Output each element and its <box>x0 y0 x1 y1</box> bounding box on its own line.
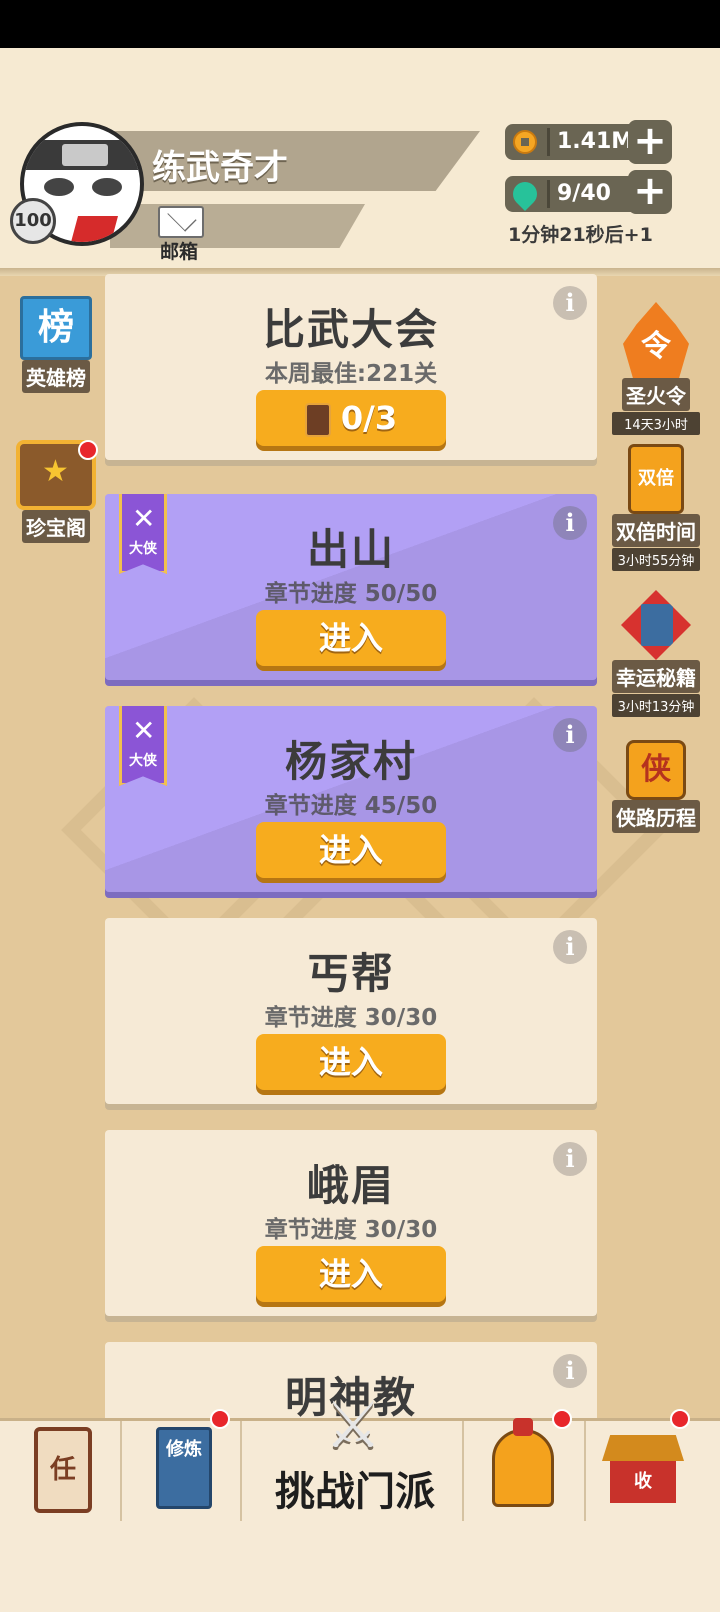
tournament-tickets-button[interactable]: 0/3 <box>256 390 446 446</box>
mail-label[interactable]: 邮箱 <box>160 237 198 264</box>
card-emei: i 峨眉 章节进度 30/30 进入 <box>105 1130 597 1316</box>
house-roof <box>602 1435 684 1461</box>
add-coins-button[interactable]: + <box>628 120 672 164</box>
sidebar-label: 侠路历程 <box>612 800 700 833</box>
tickets-count: 0/3 <box>340 399 398 437</box>
sidebar-countdown: 14天3小时 <box>612 412 700 435</box>
card-gaibang: i 丐帮 章节进度 30/30 进入 <box>105 918 597 1104</box>
nav-tab-collect[interactable]: 收 <box>584 1409 720 1521</box>
card-title: 出山 <box>306 525 395 574</box>
player-name: 练武奇才 <box>152 148 288 188</box>
sidebar-item-sacred-flame-token[interactable]: 令 圣火令 14天3小时 <box>612 302 700 435</box>
bottom-safe-area <box>0 1522 720 1612</box>
hero-road-icon: 侠 <box>626 740 686 800</box>
sidebar-item-lucky-manual[interactable]: 幸运秘籍 3小时13分钟 <box>612 590 700 717</box>
counter-separator <box>547 128 550 156</box>
mail-icon[interactable] <box>158 206 204 238</box>
card-subtitle: 本周最佳:221关 <box>264 361 438 387</box>
sidebar-label: 圣火令 <box>622 378 690 411</box>
notification-dot <box>78 440 98 460</box>
avatar-eye <box>92 178 122 196</box>
add-stamina-button[interactable]: + <box>628 170 672 214</box>
card-title: 丐帮 <box>306 949 395 998</box>
stamina-value: 9/40 <box>557 181 611 206</box>
sidebar-item-double-time[interactable]: 双倍 双倍时间 3小时55分钟 <box>612 444 700 571</box>
mail-bar <box>110 204 365 248</box>
card-chushan: 大侠 i 出山 章节进度 50/50 进入 <box>105 494 597 680</box>
sidebar-item-treasure-pavilion[interactable]: 珍宝阁 <box>12 440 100 543</box>
stamina-counter: 9/40 <box>505 176 645 212</box>
sidebar-label: 双倍时间 <box>612 514 700 547</box>
card-title: 比武大会 <box>262 305 439 354</box>
enter-button[interactable]: 进入 <box>256 610 446 666</box>
level-badge: 100 <box>10 198 56 244</box>
avatar-scarf <box>69 216 119 242</box>
coins-counter: 1.41M <box>505 124 645 160</box>
chapter-progress: 章节进度 30/30 <box>264 1217 438 1243</box>
sidebar-countdown: 3小时55分钟 <box>612 548 700 571</box>
card-yangjiacun: 大侠 i 杨家村 章节进度 45/50 进入 <box>105 706 597 892</box>
coins-value: 1.41M <box>557 129 634 154</box>
notification-dot <box>552 1409 572 1429</box>
stamina-timer: 1分钟21秒后+1 <box>508 224 653 246</box>
enter-button[interactable]: 进入 <box>256 822 446 878</box>
enter-button[interactable]: 进入 <box>256 1034 446 1090</box>
helmet-icon <box>492 1418 554 1507</box>
chapter-progress: 章节进度 50/50 <box>264 581 438 607</box>
nav-tab-equipment[interactable] <box>0 1409 584 1521</box>
flame-token-icon: 令 <box>623 302 689 378</box>
bottom-nav: 任 修炼 ⚔ 挑战门派 收 <box>0 1391 720 1522</box>
lucky-book-icon <box>621 590 691 660</box>
card-title: 杨家村 <box>284 737 417 786</box>
double-scroll-icon: 双倍 <box>628 444 684 514</box>
sidebar-label: 幸运秘籍 <box>612 660 700 693</box>
sidebar-item-hero-journey[interactable]: 侠 侠路历程 <box>612 740 700 833</box>
chapter-progress: 章节进度 45/50 <box>264 793 438 819</box>
card-title: 峨眉 <box>306 1161 395 1210</box>
rank-banner-icon: 榜 <box>20 296 92 360</box>
enter-button[interactable]: 进入 <box>256 1246 446 1302</box>
ticket-icon <box>304 403 331 437</box>
house-wall: 收 <box>610 1461 676 1503</box>
stamina-gem-icon <box>508 177 542 211</box>
status-bar <box>0 0 720 48</box>
chapter-progress: 章节进度 30/30 <box>264 1005 438 1031</box>
coin-icon <box>513 130 537 154</box>
sidebar-item-hero-ranking[interactable]: 榜 英雄榜 <box>14 296 98 393</box>
card-martial-tournament: i 比武大会 本周最佳:221关 0/3 <box>105 274 597 460</box>
avatar-eye <box>44 178 74 196</box>
sidebar-label: 珍宝阁 <box>22 510 90 543</box>
notification-dot <box>670 1409 690 1429</box>
counter-separator <box>547 180 550 208</box>
sidebar-label: 英雄榜 <box>22 360 90 393</box>
collect-house-icon: 收 <box>602 1435 684 1505</box>
sidebar-countdown: 3小时13分钟 <box>612 694 700 717</box>
headband-plate <box>62 144 108 166</box>
